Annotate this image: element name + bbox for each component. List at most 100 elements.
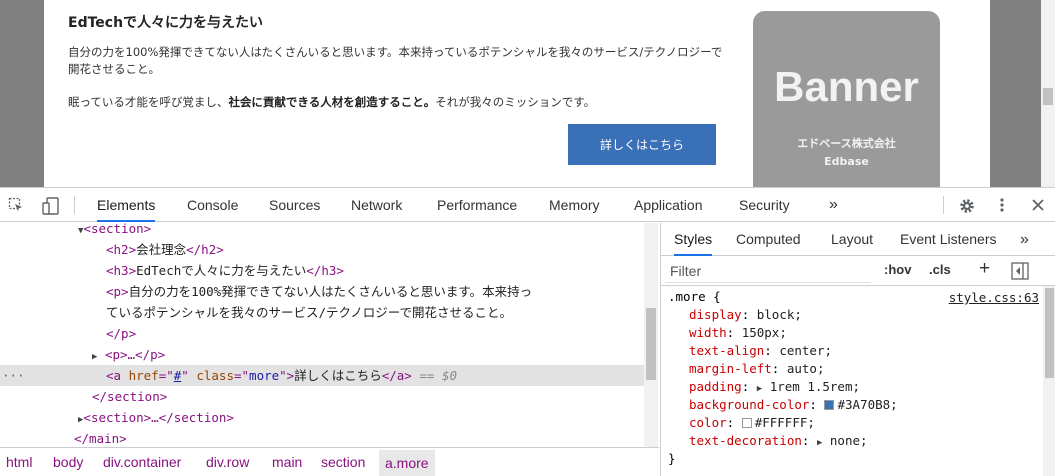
toggle-sidebar-icon[interactable] xyxy=(1011,262,1029,285)
elements-dom-tree: ▼<section> <h2>会社理念</h2> <h3>EdTechで人々に力… xyxy=(0,223,659,447)
dom-node-h2[interactable]: <h2>会社理念</h2> xyxy=(106,239,224,260)
property-name: text-align xyxy=(689,343,765,358)
tab-elements[interactable]: Elements xyxy=(97,188,156,222)
more-button[interactable]: 詳しくはこちら xyxy=(568,124,716,165)
tab-styles[interactable]: Styles xyxy=(674,223,713,256)
property-name: text-decoration xyxy=(689,433,802,448)
elements-scrollbar-thumb[interactable] xyxy=(646,308,656,380)
a-tag-content: <a href="#" class="more">詳しくはこちら</a> == … xyxy=(106,368,458,383)
p-text-line-1: 自分の力を100%発揮できてない人はたくさんいると思います。本来持っ xyxy=(128,284,533,299)
property-value: #FFFFFF; xyxy=(754,415,815,430)
tag-main-close: </main> xyxy=(74,431,127,446)
property-value: 150px; xyxy=(741,325,787,340)
elements-scrollbar[interactable] xyxy=(644,223,658,447)
color-swatch-icon[interactable] xyxy=(741,418,752,428)
new-rule-plus-icon[interactable]: + xyxy=(979,258,990,280)
more-tabs-button[interactable]: » xyxy=(829,188,838,222)
css-declaration[interactable]: display: block; xyxy=(689,306,802,324)
page-content: EdTechで人々に力を与えたい 自分の力を100%発揮できてない人はたくさんい… xyxy=(44,0,990,187)
tab-network[interactable]: Network xyxy=(351,188,402,222)
page-scrollbar-thumb[interactable] xyxy=(1043,88,1053,105)
css-declaration[interactable]: width: 150px; xyxy=(689,324,787,342)
css-rule: .more { style.css:63 display: block; wid… xyxy=(661,288,1055,476)
toolbar-divider xyxy=(74,196,75,214)
tag-h3-open: <h3> xyxy=(106,263,137,278)
property-value: #3A70B8; xyxy=(837,397,898,412)
breadcrumb-html[interactable]: html xyxy=(6,454,32,470)
breadcrumb-div-container[interactable]: div.container xyxy=(103,454,181,470)
property-name: background-color xyxy=(689,397,810,412)
device-toolbar-icon[interactable] xyxy=(42,197,59,215)
rule-selector[interactable]: .more { xyxy=(668,288,721,306)
node-actions-dots[interactable]: ··· xyxy=(2,365,25,386)
p-text-line-2: ているポテンシャルを我々のサービス/テクノロジーで開花させること。 xyxy=(106,305,513,320)
a-text: 詳しくはこちら xyxy=(294,368,382,383)
tag-section-close: </section> xyxy=(92,389,168,404)
rule-source-link[interactable]: style.css:63 xyxy=(949,290,1039,305)
page-scrollbar[interactable] xyxy=(1041,0,1055,187)
property-value: none; xyxy=(829,433,868,448)
property-name: width xyxy=(689,325,727,340)
css-declaration[interactable]: margin-left: auto; xyxy=(689,360,825,378)
tab-performance[interactable]: Performance xyxy=(437,188,517,222)
page-paragraph-2: 眠っている才能を呼び覚まし、社会に貢献できる人材を創造すること。それが我々のミッ… xyxy=(68,94,595,111)
property-value: block; xyxy=(756,307,802,322)
dom-node-main-close[interactable]: </main> xyxy=(74,428,127,447)
collapsed-triangle-icon[interactable]: ▶ xyxy=(92,352,97,362)
close-icon[interactable] xyxy=(1030,197,1046,213)
dom-node-p-close[interactable]: </p> xyxy=(106,323,136,344)
dom-node-p-collapsed[interactable]: ▶ <p>…</p> xyxy=(92,344,165,365)
styles-more-tabs-button[interactable]: » xyxy=(1020,223,1029,256)
tab-sources[interactable]: Sources xyxy=(269,188,320,222)
css-declaration[interactable]: text-decoration: ▶ none; xyxy=(689,432,868,450)
tab-application[interactable]: Application xyxy=(634,188,703,222)
styles-tabbar: Styles Computed Layout Event Listeners » xyxy=(661,223,1055,256)
breadcrumb-div-row[interactable]: div.row xyxy=(206,454,249,470)
dom-node-h3[interactable]: <h3>EdTechで人々に力を与えたい</h3> xyxy=(106,260,344,281)
inspect-element-icon[interactable] xyxy=(8,197,24,213)
css-declaration[interactable]: background-color: #3A70B8; xyxy=(689,396,898,414)
dom-node-p[interactable]: <p>自分の力を100%発揮できてない人はたくさんいると思います。本来持っ xyxy=(106,281,532,302)
dollar-zero-marker: == $0 xyxy=(419,368,458,383)
dom-node-a-selected[interactable]: ··· <a href="#" class="more">詳しくはこちら</a>… xyxy=(0,365,644,386)
property-name: display xyxy=(689,307,742,322)
breadcrumb-body[interactable]: body xyxy=(53,454,83,470)
paragraph-2-bold: 社会に貢献できる人材を創造すること。 xyxy=(228,95,436,109)
banner[interactable]: Banner エドベース株式会社 Edbase xyxy=(753,11,940,187)
a-class-value: more xyxy=(249,368,280,383)
tag-h2-close: </h2> xyxy=(186,242,224,257)
expand-triangle-icon[interactable]: ▶ xyxy=(817,438,822,448)
property-name: margin-left xyxy=(689,361,772,376)
settings-gear-icon[interactable] xyxy=(958,197,974,213)
tag-p-collapsed: <p>…</p> xyxy=(104,347,166,362)
tab-memory[interactable]: Memory xyxy=(549,188,600,222)
styles-scrollbar-thumb[interactable] xyxy=(1045,288,1054,378)
color-swatch-icon[interactable] xyxy=(824,400,835,410)
css-declaration[interactable]: color: #FFFFFF; xyxy=(689,414,815,432)
kebab-menu-icon[interactable] xyxy=(994,197,1010,213)
property-value: auto; xyxy=(786,361,825,376)
css-declaration[interactable]: text-align: center; xyxy=(689,342,832,360)
dom-node-section[interactable]: ▼<section> xyxy=(78,223,151,239)
dom-node-section-close[interactable]: </section> xyxy=(92,386,167,407)
tag-section-collapsed: <section>…</section> xyxy=(83,410,234,425)
dom-node-section-collapsed[interactable]: ▶<section>…</section> xyxy=(78,407,234,428)
breadcrumb: html body div.container div.row main sec… xyxy=(0,447,659,476)
css-declaration[interactable]: padding: ▶ 1rem 1.5rem; xyxy=(689,378,860,396)
tab-layout[interactable]: Layout xyxy=(831,223,873,256)
cls-toggle[interactable]: .cls xyxy=(929,262,951,277)
breadcrumb-section[interactable]: section xyxy=(321,454,365,470)
tab-event-listeners[interactable]: Event Listeners xyxy=(900,223,997,256)
page-paragraph-1: 自分の力を100%発揮できてない人はたくさんいると思います。本来持っているポテン… xyxy=(68,45,723,76)
tab-security[interactable]: Security xyxy=(739,188,790,222)
tab-computed[interactable]: Computed xyxy=(736,223,801,256)
expand-triangle-icon[interactable]: ▶ xyxy=(757,384,762,394)
styles-scrollbar[interactable] xyxy=(1043,286,1055,476)
devtools: Elements Console Sources Network Perform… xyxy=(0,187,1055,476)
hov-toggle[interactable]: :hov xyxy=(884,262,911,277)
tab-console[interactable]: Console xyxy=(187,188,238,222)
styles-filter-input[interactable] xyxy=(665,259,871,283)
breadcrumb-main[interactable]: main xyxy=(272,454,302,470)
breadcrumb-a-more[interactable]: a.more xyxy=(379,450,435,476)
property-value: center; xyxy=(779,343,833,358)
